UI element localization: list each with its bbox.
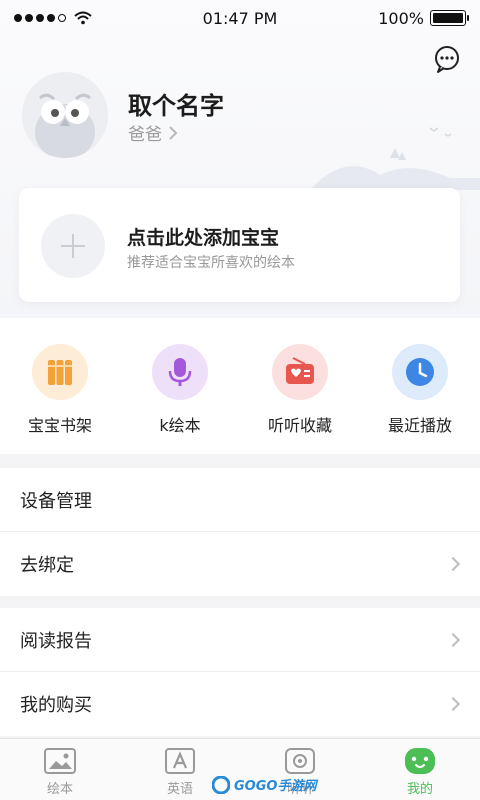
add-baby-title: 点击此处添加宝宝 (127, 227, 280, 249)
menu-item-device-management[interactable]: 设备管理 (0, 468, 480, 532)
bookshelf-icon (32, 344, 88, 400)
shortcut-label: 宝宝书架 (27, 416, 92, 435)
menu-item-reading-report[interactable]: 阅读报告 (0, 608, 480, 672)
avatar[interactable] (22, 72, 108, 158)
shortcut-k-picturebook[interactable]: k绘本 (120, 318, 240, 454)
shortcut-label: k绘本 (159, 416, 201, 435)
message-icon[interactable] (432, 44, 462, 74)
letter-a-icon (165, 748, 195, 774)
plus-icon (41, 214, 105, 278)
status-bar: 01:47 PM 100% (0, 0, 480, 36)
user-role-link[interactable]: 爸爸 (128, 120, 178, 145)
chevron-right-icon (169, 125, 178, 140)
owl-avatar-icon (22, 72, 108, 158)
shortcut-label: 听听收藏 (267, 416, 332, 435)
shortcut-recently-played[interactable]: 最近播放 (360, 318, 480, 454)
audio-icon (285, 748, 315, 774)
menu-item-label: 去绑定 (20, 555, 74, 576)
microphone-icon (152, 344, 208, 400)
watermark-logo: GOGO手游网 (212, 775, 316, 794)
tab-label: 我的 (406, 782, 433, 797)
tab-mine[interactable]: 我的 (360, 739, 480, 800)
menu-item-label: 我的购买 (20, 695, 92, 716)
picture-icon (44, 748, 76, 774)
shortcut-listen-favorites[interactable]: 听听收藏 (240, 318, 360, 454)
add-baby-subtitle: 推荐适合宝宝所喜欢的绘本 (127, 255, 295, 271)
watermark-text: GOGO手游网 (234, 779, 317, 794)
tab-label: 英语 (166, 782, 193, 797)
shortcut-label: 最近播放 (387, 416, 452, 435)
tab-picturebook[interactable]: 绘本 (0, 739, 120, 800)
menu-item-label: 设备管理 (20, 490, 92, 512)
shortcut-row: 宝宝书架 k绘本 听听收藏 最近播放 (0, 318, 480, 454)
chevron-right-icon (445, 556, 461, 572)
menu-item-label: 阅读报告 (20, 630, 92, 652)
user-name[interactable]: 取个名字 (128, 86, 224, 121)
radio-icon (272, 344, 328, 400)
menu-item-my-purchases[interactable]: 我的购买 (0, 672, 480, 736)
watermark-g-icon (212, 775, 230, 794)
status-time: 01:47 PM (202, 8, 278, 28)
face-icon (405, 748, 435, 774)
shortcut-bookshelf[interactable]: 宝宝书架 (0, 318, 120, 454)
chevron-right-icon (445, 696, 461, 712)
menu-group-account: 阅读报告 我的购买 (0, 608, 480, 736)
battery-icon (430, 10, 469, 26)
menu-item-bind[interactable]: 去绑定 (0, 532, 480, 596)
landscape-decoration-icon (310, 127, 480, 190)
user-role-label: 爸爸 (128, 125, 162, 145)
tab-label: 绘本 (46, 782, 73, 797)
add-baby-card[interactable]: 点击此处添加宝宝 推荐适合宝宝所喜欢的绘本 (19, 188, 460, 302)
menu-group-device: 设备管理 去绑定 (0, 468, 480, 596)
chevron-right-icon (445, 632, 461, 647)
bottom-tab-bar: 绘本 英语 听听 我的 GOGO手游网 (0, 738, 480, 800)
clock-icon (392, 344, 448, 400)
